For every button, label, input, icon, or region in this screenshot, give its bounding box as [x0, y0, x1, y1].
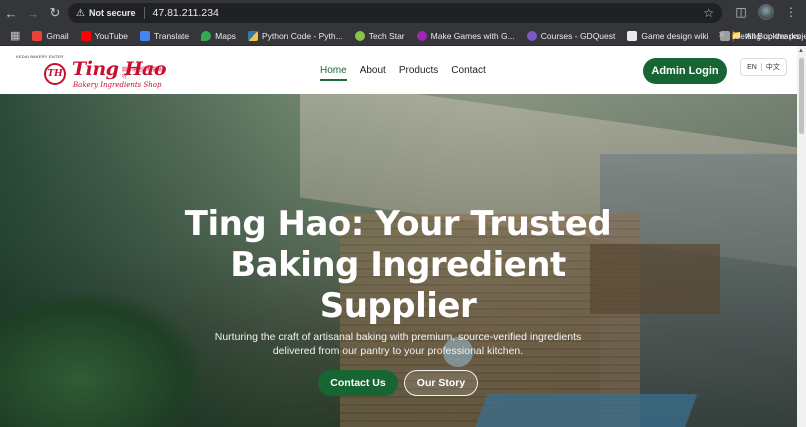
language-switcher: EN 中文	[740, 58, 787, 76]
maps-icon	[201, 30, 212, 41]
folder-icon: 📁	[731, 30, 742, 40]
bookmark-label: Gmail	[46, 30, 69, 41]
url-text[interactable]: 47.81.211.234	[153, 7, 219, 19]
hero-subtitle: Nurturing the craft of artisanal baking …	[214, 331, 582, 357]
address-bar[interactable]: ⚠ Not secure 47.81.211.234 ☆	[68, 3, 722, 23]
bookmark-label: YouTube	[94, 30, 129, 41]
menu-icon[interactable]: ⋮	[782, 3, 800, 21]
bookmarks-bar: ▦ Gmail YouTube Translate Maps Python Co…	[0, 26, 806, 46]
contact-us-button[interactable]: Contact Us	[318, 370, 398, 396]
bookmark-courses[interactable]: Courses - GDQuest	[521, 30, 622, 41]
gmail-icon	[32, 30, 43, 41]
bookmark-label: Python Code - Pyth...	[261, 30, 343, 41]
nav-home[interactable]: Home	[320, 65, 347, 81]
hero-background-awning	[472, 394, 698, 427]
nav-products[interactable]: Products	[399, 65, 438, 76]
bookmark-label: Translate	[154, 30, 190, 41]
bookmark-label: Make Games with G...	[430, 30, 515, 41]
notion-icon	[627, 30, 638, 41]
all-bookmarks[interactable]: 📁 All Bookmarks	[731, 30, 800, 41]
gdquest-icon	[526, 30, 537, 41]
more-bookmarks-icon[interactable]: »	[718, 29, 724, 40]
bookmark-label: Courses - GDQuest	[540, 30, 616, 41]
logo-badge-text: TH	[47, 69, 63, 79]
security-label[interactable]: Not secure	[89, 8, 136, 18]
translate-icon	[140, 30, 151, 41]
logo-small-text: KEDAI BAKERY ENTER	[16, 54, 64, 59]
forward-icon[interactable]: →	[22, 2, 44, 24]
bookmark-python[interactable]: Python Code - Pyth...	[242, 30, 349, 41]
scroll-thumb[interactable]	[799, 58, 804, 134]
lang-zh-option[interactable]: 中文	[766, 62, 780, 72]
reload-icon[interactable]: ↻	[44, 2, 66, 24]
bookmark-youtube[interactable]: YouTube	[75, 30, 134, 41]
bookmark-label: Game design wiki	[641, 30, 709, 41]
bookmark-label: Tech Star	[368, 30, 405, 41]
lang-divider	[760, 63, 762, 71]
back-icon[interactable]: ←	[0, 2, 22, 24]
gdquest-icon	[416, 30, 427, 41]
nav-contact[interactable]: Contact	[451, 65, 485, 76]
logo-badge: TH	[44, 63, 66, 85]
site-header: KEDAI BAKERY ENTER TH Ting Hao 鼎好烘焙原料貿易行…	[0, 46, 797, 94]
youtube-icon	[80, 30, 91, 41]
hero-section: Ting Hao: Your Trusted Baking Ingredient…	[0, 94, 797, 427]
nav-about[interactable]: About	[360, 65, 386, 76]
bookmark-maps[interactable]: Maps	[195, 30, 242, 41]
bookmark-tech-star[interactable]: Tech Star	[349, 30, 411, 41]
python-icon	[247, 30, 258, 41]
profile-avatar[interactable]	[758, 4, 774, 20]
lang-en-option[interactable]: EN	[747, 64, 757, 71]
hero-title: Ting Hao: Your Trusted Baking Ingredient…	[184, 204, 612, 326]
omnibox-divider	[143, 7, 145, 19]
main-nav: Home About Products Contact	[320, 65, 499, 81]
page-scrollbar[interactable]: ▲	[797, 46, 806, 427]
our-story-button[interactable]: Our Story	[404, 370, 478, 396]
bookmark-game-design[interactable]: Game design wiki	[621, 30, 714, 41]
scroll-up-icon[interactable]: ▲	[798, 48, 804, 54]
extensions-icon[interactable]: ◫	[732, 3, 750, 21]
logo-chinese-text: 鼎好烘焙原料貿易行	[122, 67, 163, 80]
warning-icon: ⚠	[76, 7, 85, 19]
bookmark-star-icon[interactable]: ☆	[703, 6, 714, 20]
web-page: KEDAI BAKERY ENTER TH Ting Hao 鼎好烘焙原料貿易行…	[0, 46, 797, 427]
bookmark-label: Maps	[215, 30, 236, 41]
bookmark-make-games[interactable]: Make Games with G...	[411, 30, 521, 41]
bookmark-translate[interactable]: Translate	[134, 30, 195, 41]
browser-toolbar: ← → ↻ ⚠ Not secure 47.81.211.234 ☆ ◫ ⋮	[0, 0, 806, 26]
admin-login-button[interactable]: Admin Login	[643, 58, 727, 84]
all-bookmarks-label: All Bookmarks	[745, 30, 800, 41]
tech-star-icon	[354, 30, 365, 41]
apps-grid-icon[interactable]: ▦	[4, 29, 26, 42]
logo-subtitle: Bakery Ingredients Shop	[73, 81, 162, 89]
site-logo[interactable]: KEDAI BAKERY ENTER TH Ting Hao 鼎好烘焙原料貿易行…	[16, 52, 167, 92]
bookmark-gmail[interactable]: Gmail	[26, 30, 74, 41]
